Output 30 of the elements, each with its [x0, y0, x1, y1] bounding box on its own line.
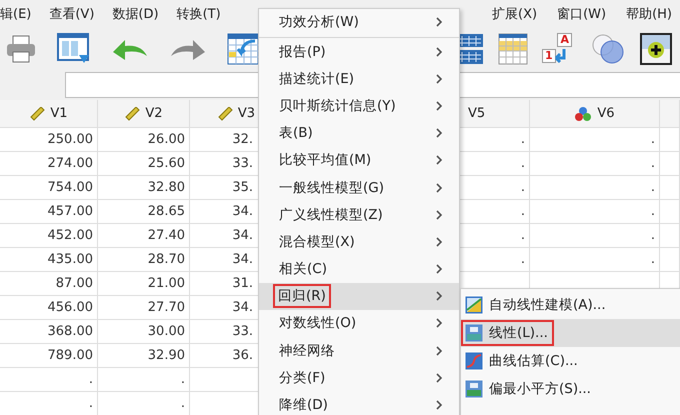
- table-cell: 789.00: [0, 344, 98, 368]
- table-cell: 452.00: [0, 224, 98, 248]
- table-cell: 250.00: [0, 128, 98, 152]
- table-cell: 87.00: [0, 272, 98, 296]
- table-cell: .: [0, 368, 98, 392]
- table-cell: 27.70: [98, 296, 190, 320]
- table-cell: 28.65: [98, 200, 190, 224]
- table-cell: 457.00: [0, 200, 98, 224]
- table-cell: .: [530, 152, 660, 176]
- table-cell: .: [530, 128, 660, 152]
- table-cell: .: [530, 248, 660, 272]
- table-cell: 27.40: [98, 224, 190, 248]
- table-cell: 32.90: [98, 344, 190, 368]
- table-cell: 368.00: [0, 320, 98, 344]
- table-cell: 21.00: [98, 272, 190, 296]
- table-cell: .: [530, 200, 660, 224]
- table-cell: 32.80: [98, 176, 190, 200]
- table-cell: .: [98, 392, 190, 415]
- table-cell: .: [0, 392, 98, 415]
- table-cell: 25.60: [98, 152, 190, 176]
- table-cell: 274.00: [0, 152, 98, 176]
- table-cell: 28.70: [98, 248, 190, 272]
- table-cell: 435.00: [0, 248, 98, 272]
- table-cell: 456.00: [0, 296, 98, 320]
- table-cell: .: [530, 224, 660, 248]
- table-cell: .: [98, 368, 190, 392]
- table-cell: 754.00: [0, 176, 98, 200]
- table-cell: 30.00: [98, 320, 190, 344]
- table-cell: .: [530, 176, 660, 200]
- table-cell: 26.00: [98, 128, 190, 152]
